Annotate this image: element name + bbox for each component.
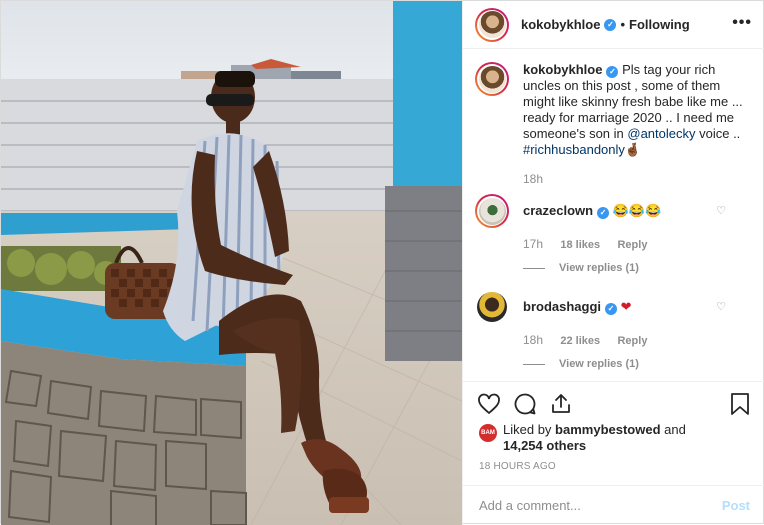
comment-likes[interactable]: 22 likes — [560, 335, 600, 347]
caption-avatar[interactable] — [475, 62, 509, 96]
like-comment-heart-icon[interactable]: ♡ — [716, 300, 726, 313]
reply-button[interactable]: Reply — [617, 335, 647, 347]
author-avatar[interactable] — [475, 7, 509, 42]
comment-meta: 18h 22 likes Reply — [523, 333, 750, 347]
instagram-post: kokobykhloe ✓ • Following ••• kokobykhlo… — [0, 0, 764, 525]
comment-bubble-icon[interactable] — [513, 392, 537, 416]
likes-prefix: Liked by — [503, 422, 556, 437]
caption-body-end: voice .. — [695, 126, 741, 141]
share-icon[interactable] — [549, 392, 573, 416]
likes-summary: BAM Liked by bammybestowed and 14,254 ot… — [479, 422, 759, 454]
like-comment-heart-icon[interactable]: ♡ — [716, 204, 726, 217]
photo-illustration — [1, 1, 462, 525]
following-button[interactable]: Following — [629, 17, 690, 32]
verified-badge-icon: ✓ — [597, 207, 610, 219]
comments-section[interactable]: kokobykhloe ✓ Pls tag your rich uncles on… — [463, 62, 764, 380]
comment-time[interactable]: 18h — [523, 333, 543, 347]
reply-button[interactable]: Reply — [617, 239, 647, 251]
like-heart-icon[interactable] — [477, 392, 501, 416]
post-photo[interactable] — [1, 1, 462, 525]
comment-likes[interactable]: 18 likes — [560, 239, 600, 251]
hashtag-link[interactable]: #richhusbandonly — [523, 142, 625, 157]
comment-item: crazeclown ✓ 😂😂😂 ♡ — [475, 194, 750, 228]
replies-divider — [523, 267, 545, 269]
add-comment-bar: Post — [463, 485, 764, 525]
caption-text: kokobykhloe ✓ Pls tag your rich uncles on… — [523, 62, 750, 158]
comment-item: brodashaggi ✓ ❤ ♡ — [475, 290, 750, 324]
likes-middle: and — [660, 422, 686, 437]
caption-time[interactable]: 18h — [523, 172, 543, 186]
commenter-username[interactable]: crazeclown — [523, 203, 593, 218]
commenter-avatar[interactable] — [475, 194, 509, 228]
verified-badge-icon: ✓ — [605, 303, 618, 315]
caption-meta: 18h — [523, 172, 750, 186]
save-bookmark-icon[interactable] — [729, 392, 751, 416]
action-bar — [463, 381, 764, 421]
post-header: kokobykhloe ✓ • Following ••• — [463, 1, 764, 49]
view-replies-button[interactable]: View replies (1) — [523, 358, 750, 370]
header-separator: • — [620, 17, 626, 32]
caption-username[interactable]: kokobykhloe — [523, 62, 602, 77]
add-comment-input[interactable] — [479, 498, 722, 513]
liker-avatar[interactable]: BAM — [479, 424, 497, 442]
mention-link[interactable]: @antolecky — [627, 126, 695, 141]
comment-meta: 17h 18 likes Reply — [523, 237, 750, 251]
likes-count[interactable]: 14,254 others — [503, 438, 586, 453]
caption: kokobykhloe ✓ Pls tag your rich uncles on… — [475, 62, 750, 158]
view-replies-label: View replies (1) — [559, 358, 639, 370]
liker-username[interactable]: bammybestowed — [555, 422, 660, 437]
caption-emoji: 🤞🏾 — [624, 142, 642, 157]
comment-time[interactable]: 17h — [523, 237, 543, 251]
verified-badge-icon: ✓ — [604, 18, 617, 31]
more-options-icon[interactable]: ••• — [732, 15, 752, 31]
post-sidebar: kokobykhloe ✓ • Following ••• kokobykhlo… — [462, 1, 764, 525]
commenter-username[interactable]: brodashaggi — [523, 299, 601, 314]
view-replies-button[interactable]: View replies (1) — [523, 262, 750, 274]
replies-divider — [523, 363, 545, 365]
comment-body: ❤ — [620, 299, 632, 314]
comment-body: 😂😂😂 — [612, 203, 662, 218]
commenter-avatar[interactable] — [475, 290, 509, 324]
view-replies-label: View replies (1) — [559, 262, 639, 274]
likes-text: Liked by bammybestowed and 14,254 others — [503, 422, 686, 454]
verified-badge-icon: ✓ — [606, 66, 619, 78]
post-comment-button[interactable]: Post — [722, 498, 750, 513]
author-username[interactable]: kokobykhloe — [521, 17, 600, 32]
post-timestamp[interactable]: 18 HOURS AGO — [479, 461, 556, 472]
